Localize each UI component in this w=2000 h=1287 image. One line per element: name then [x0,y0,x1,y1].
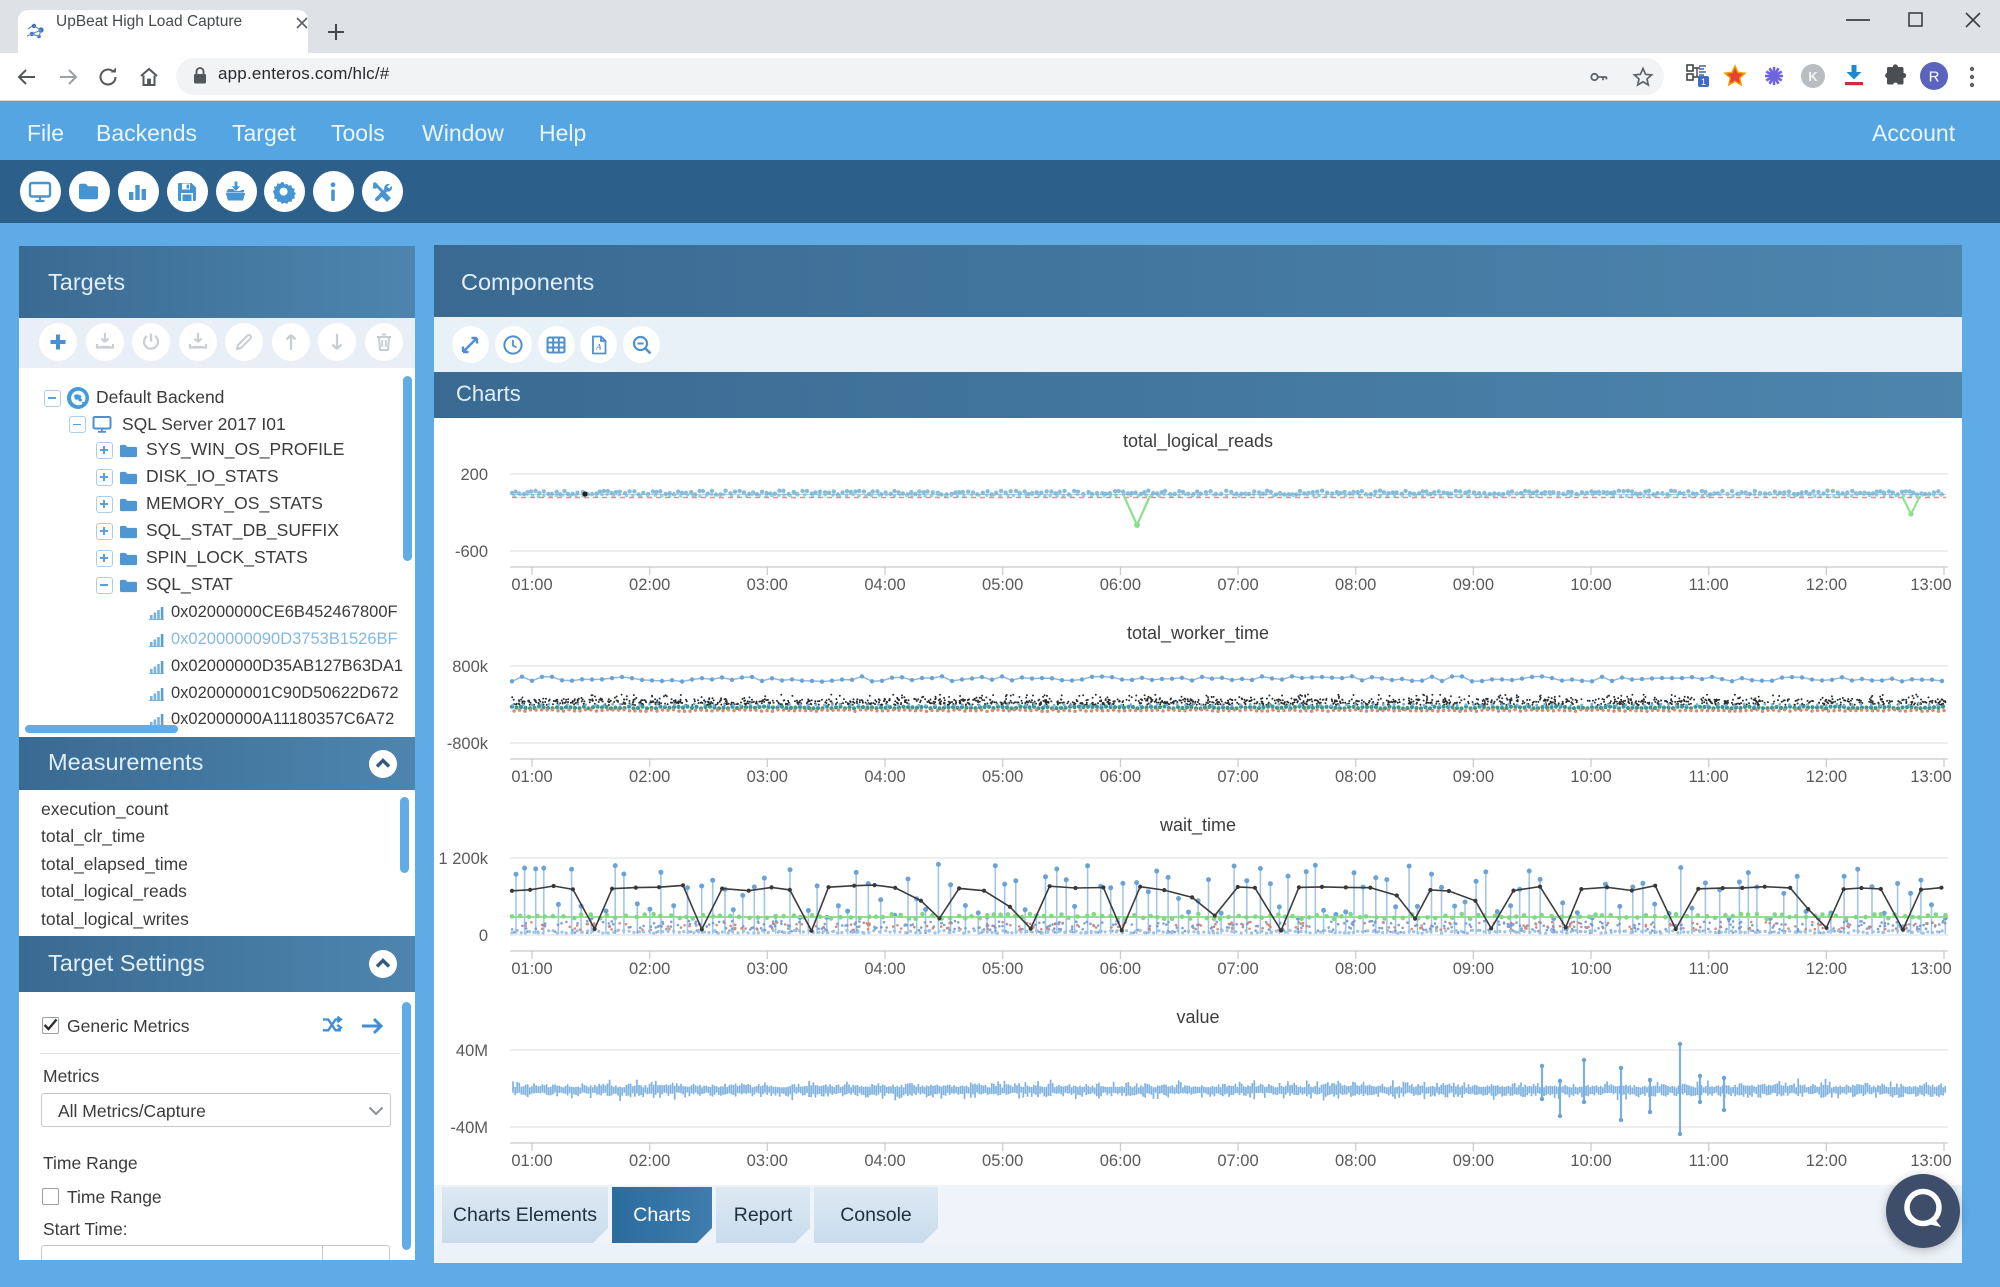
svg-text:10:00: 10:00 [1570,768,1611,786]
svg-text:R: R [1929,69,1940,86]
svg-text:11:00: 11:00 [1689,960,1729,978]
svg-text:10:00: 10:00 [1570,960,1611,978]
svg-text:K: K [1808,69,1818,84]
svg-text:13:00: 13:00 [1910,1152,1951,1170]
svg-text:07:00: 07:00 [1217,576,1258,594]
svg-text:03:00: 03:00 [747,576,788,594]
svg-text:13:00: 13:00 [1910,576,1951,594]
svg-text:05:00: 05:00 [982,1152,1023,1170]
svg-text:03:00: 03:00 [747,960,788,978]
svg-text:06:00: 06:00 [1100,768,1141,786]
svg-text:05:00: 05:00 [982,960,1023,978]
svg-text:02:00: 02:00 [629,576,670,594]
svg-text:01:00: 01:00 [511,768,552,786]
svg-text:09:00: 09:00 [1453,576,1494,594]
svg-text:11:00: 11:00 [1689,576,1729,594]
svg-text:10:00: 10:00 [1570,576,1611,594]
svg-text:-40M: -40M [450,1119,488,1137]
svg-text:09:00: 09:00 [1453,768,1494,786]
svg-text:09:00: 09:00 [1453,960,1494,978]
svg-text:04:00: 04:00 [864,960,905,978]
svg-text:08:00: 08:00 [1335,768,1376,786]
svg-text:05:00: 05:00 [982,768,1023,786]
svg-text:12:00: 12:00 [1806,960,1847,978]
svg-text:09:00: 09:00 [1453,1152,1494,1170]
svg-text:03:00: 03:00 [747,1152,788,1170]
svg-text:02:00: 02:00 [629,768,670,786]
svg-text:06:00: 06:00 [1100,1152,1141,1170]
svg-text:0: 0 [479,927,488,945]
svg-text:13:00: 13:00 [1910,960,1951,978]
svg-text:value: value [1176,1007,1219,1027]
svg-text:13:00: 13:00 [1910,768,1951,786]
svg-text:07:00: 07:00 [1217,768,1258,786]
svg-text:01:00: 01:00 [511,1152,552,1170]
svg-text:03:00: 03:00 [747,768,788,786]
svg-text:1 200k: 1 200k [438,850,488,868]
svg-text:total_logical_reads: total_logical_reads [1123,431,1273,452]
svg-text:06:00: 06:00 [1100,960,1141,978]
svg-text:02:00: 02:00 [629,1152,670,1170]
svg-text:11:00: 11:00 [1689,768,1729,786]
svg-text:800k: 800k [452,658,489,676]
svg-text:11:00: 11:00 [1689,1152,1729,1170]
svg-text:04:00: 04:00 [864,576,905,594]
svg-text:12:00: 12:00 [1806,768,1847,786]
svg-text:12:00: 12:00 [1806,1152,1847,1170]
svg-text:total_worker_time: total_worker_time [1127,623,1269,644]
svg-text:02:00: 02:00 [629,960,670,978]
svg-text:08:00: 08:00 [1335,1152,1376,1170]
svg-text:wait_time: wait_time [1159,815,1236,836]
svg-text:200: 200 [460,466,488,484]
svg-text:04:00: 04:00 [864,1152,905,1170]
svg-text:10:00: 10:00 [1570,1152,1611,1170]
svg-text:1: 1 [1701,77,1706,87]
svg-text:08:00: 08:00 [1335,960,1376,978]
svg-text:06:00: 06:00 [1100,576,1141,594]
svg-text:01:00: 01:00 [511,576,552,594]
svg-text:40M: 40M [456,1042,488,1060]
svg-text:07:00: 07:00 [1217,1152,1258,1170]
svg-text:01:00: 01:00 [511,960,552,978]
svg-text:12:00: 12:00 [1806,576,1847,594]
svg-text:05:00: 05:00 [982,576,1023,594]
svg-text:07:00: 07:00 [1217,960,1258,978]
svg-text:-800k: -800k [447,735,489,753]
svg-text:A: A [595,341,602,351]
svg-text:-600: -600 [455,543,488,561]
svg-text:08:00: 08:00 [1335,576,1376,594]
svg-text:04:00: 04:00 [864,768,905,786]
